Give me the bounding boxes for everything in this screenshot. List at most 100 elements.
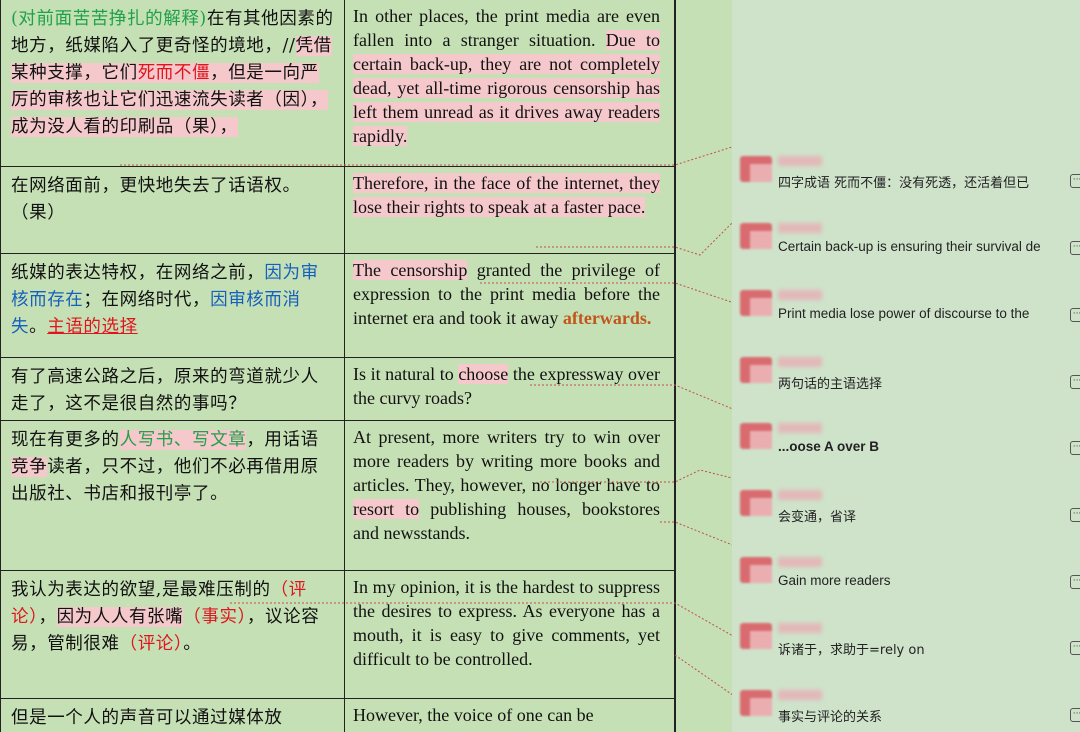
ellipsis-icon[interactable]: ··· [1070,174,1080,188]
avatar [740,557,772,583]
comment-author-blurred [778,223,822,233]
comment-item[interactable]: Certain back-up is ensuring their surviv… [732,217,1080,277]
comment-text: ...oose A over B [778,439,880,454]
comment-text: Certain back-up is ensuring their surviv… [778,239,1041,254]
word-review-view: (对前面苦苦挣扎的解释)在有其他因素的地方，纸媒陷入了更奇怪的境地，//凭借某种… [0,0,1080,732]
text-run: 但是一个人的声音可以通过媒体放 [11,708,283,728]
chinese-cell[interactable]: 有了高速公路之后，原来的弯道就少人走了，这不是很自然的事吗？ [0,358,345,420]
text-run: 纸媒的表达特权，在网络之前， [11,263,265,283]
table-row: 纸媒的表达特权，在网络之前，因为审核而存在；在网络时代，因审核而消失。主语的选择… [0,254,675,358]
comment-author-blurred [778,156,822,166]
text-run: 因为人人有张嘴 [56,607,184,627]
comment-author-blurred [778,423,822,433]
text-run: 。 [183,634,202,654]
ellipsis-icon[interactable]: ··· [1070,375,1080,389]
table-border [675,0,676,732]
text-run: 。 [29,317,48,337]
table-border [0,0,1,732]
ellipsis-icon[interactable]: ··· [1070,308,1080,322]
comment-text: Print media lose power of discourse to t… [778,306,1030,321]
english-cell[interactable]: The censorship granted the privilege of … [345,254,675,357]
comment-item[interactable]: 事实与评论的关系 ··· [732,684,1080,732]
text-run: 现在有更多的 [11,430,120,450]
table-row: 在网络面前，更快地失去了话语权。（果） Therefore, in the fa… [0,167,675,254]
avatar [740,357,772,383]
avatar [740,290,772,316]
avatar [740,623,772,649]
comment-item[interactable]: 诉诸于，求助于=rely on ··· [732,617,1080,677]
text-run: At present, more writers try to win over… [353,427,660,495]
comment-text: 会变通，省译 [778,510,857,525]
avatar [740,690,772,716]
text-run: 人写书、写文章 [119,430,247,450]
comment-text: 诉诸于，求助于=rely on [778,643,925,658]
text-run: 死而不僵 [137,63,211,83]
text-run: ， [38,607,57,627]
avatar [740,156,772,182]
comment-item[interactable]: Print media lose power of discourse to t… [732,284,1080,344]
chinese-cell[interactable]: 现在有更多的人写书、写文章，用话语竞争读者，只不过，他们不必再借用原出版社、书店… [0,421,345,570]
comment-author-blurred [778,357,822,367]
text-run: 我认为表达的欲望,是最难压制的 [11,580,271,600]
chinese-cell[interactable]: 但是一个人的声音可以通过媒体放 [0,699,345,732]
ellipsis-icon[interactable]: ··· [1070,641,1080,655]
comment-text: 事实与评论的关系 [778,710,883,725]
text-run: （事实） [183,607,247,627]
chinese-cell[interactable]: 我认为表达的欲望,是最难压制的（评论），因为人人有张嘴（事实），议论容易，管制很… [0,571,345,698]
comment-item[interactable]: 四字成语 死而不僵：没有死透，还活着但已 ··· [732,150,1080,210]
table-row: 现在有更多的人写书、写文章，用话语竞争读者，只不过，他们不必再借用原出版社、书店… [0,421,675,571]
comment-author-blurred [778,557,822,567]
text-run: 读者，只不过，他们不必再借用原出版社、书店和报刊亭了。 [11,457,319,504]
comment-author-blurred [778,290,822,300]
comment-text: 两句话的主语选择 [778,377,883,392]
english-cell[interactable]: Therefore, in the face of the internet, … [345,167,675,253]
text-run: However, the voice of one can be [353,705,594,725]
english-cell[interactable]: In my opinion, it is the hardest to supp… [345,571,675,698]
english-cell[interactable]: At present, more writers try to win over… [345,421,675,570]
text-run: 在网络面前，更快地失去了话语权。（果） [11,176,301,223]
english-cell[interactable]: Is it natural to choose the expressway o… [345,358,675,420]
comment-item[interactable]: 会变通，省译 ··· [732,484,1080,544]
comment-author-blurred [778,690,822,700]
table-row: (对前面苦苦挣扎的解释)在有其他因素的地方，纸媒陷入了更奇怪的境地，//凭借某种… [0,0,675,167]
english-cell[interactable]: However, the voice of one can be [345,699,675,732]
text-run: Therefore, in the face of the internet, … [353,173,660,217]
comment-item[interactable]: ...oose A over B ··· [732,417,1080,477]
text-run: resort to [353,499,420,519]
ellipsis-icon[interactable]: ··· [1070,441,1080,455]
text-run: 主语的选择 [47,317,138,337]
table-row: 有了高速公路之后，原来的弯道就少人走了，这不是很自然的事吗？ Is it nat… [0,358,675,421]
english-cell[interactable]: In other places, the print media are eve… [345,0,675,166]
chinese-cell[interactable]: 纸媒的表达特权，在网络之前，因为审核而存在；在网络时代，因审核而消失。主语的选择 [0,254,345,357]
comment-author-blurred [778,623,822,633]
ellipsis-icon[interactable]: ··· [1070,241,1080,255]
text-run: ；在网络时代， [83,290,211,310]
text-run: choose [458,364,509,384]
text-run: Is it natural to [353,364,459,384]
text-run: The censorship [353,260,468,280]
text-run: 竞争 [11,457,48,477]
text-run: （评论） [119,634,184,654]
ellipsis-icon[interactable]: ··· [1070,708,1080,722]
table-row: 我认为表达的欲望,是最难压制的（评论），因为人人有张嘴（事实），议论容易，管制很… [0,571,675,699]
document-area: (对前面苦苦挣扎的解释)在有其他因素的地方，纸媒陷入了更奇怪的境地，//凭借某种… [0,0,732,732]
avatar [740,223,772,249]
comment-author-blurred [778,490,822,500]
table-row: 但是一个人的声音可以通过媒体放 However, the voice of on… [0,699,675,732]
chinese-cell[interactable]: 在网络面前，更快地失去了话语权。（果） [0,167,345,253]
comment-text: Gain more readers [778,573,891,588]
chinese-cell[interactable]: (对前面苦苦挣扎的解释)在有其他因素的地方，纸媒陷入了更奇怪的境地，//凭借某种… [0,0,345,166]
text-run: (对前面苦苦挣扎的解释) [11,9,207,29]
ellipsis-icon[interactable]: ··· [1070,575,1080,589]
avatar [740,423,772,449]
comment-text: 四字成语 死而不僵：没有死透，还活着但已 [778,176,1030,191]
comments-pane: 四字成语 死而不僵：没有死透，还活着但已 ··· Certain back-up… [732,0,1080,732]
text-run: afterwards. [562,308,652,328]
text-run: ，用话语 [246,430,319,450]
comment-item[interactable]: Gain more readers ··· [732,551,1080,611]
text-run: 有了高速公路之后，原来的弯道就少人走了，这不是很自然的事吗？ [11,367,319,414]
avatar [740,490,772,516]
ellipsis-icon[interactable]: ··· [1070,508,1080,522]
comment-item[interactable]: 两句话的主语选择 ··· [732,351,1080,411]
text-run: In my opinion, it is the hardest to supp… [353,577,660,669]
